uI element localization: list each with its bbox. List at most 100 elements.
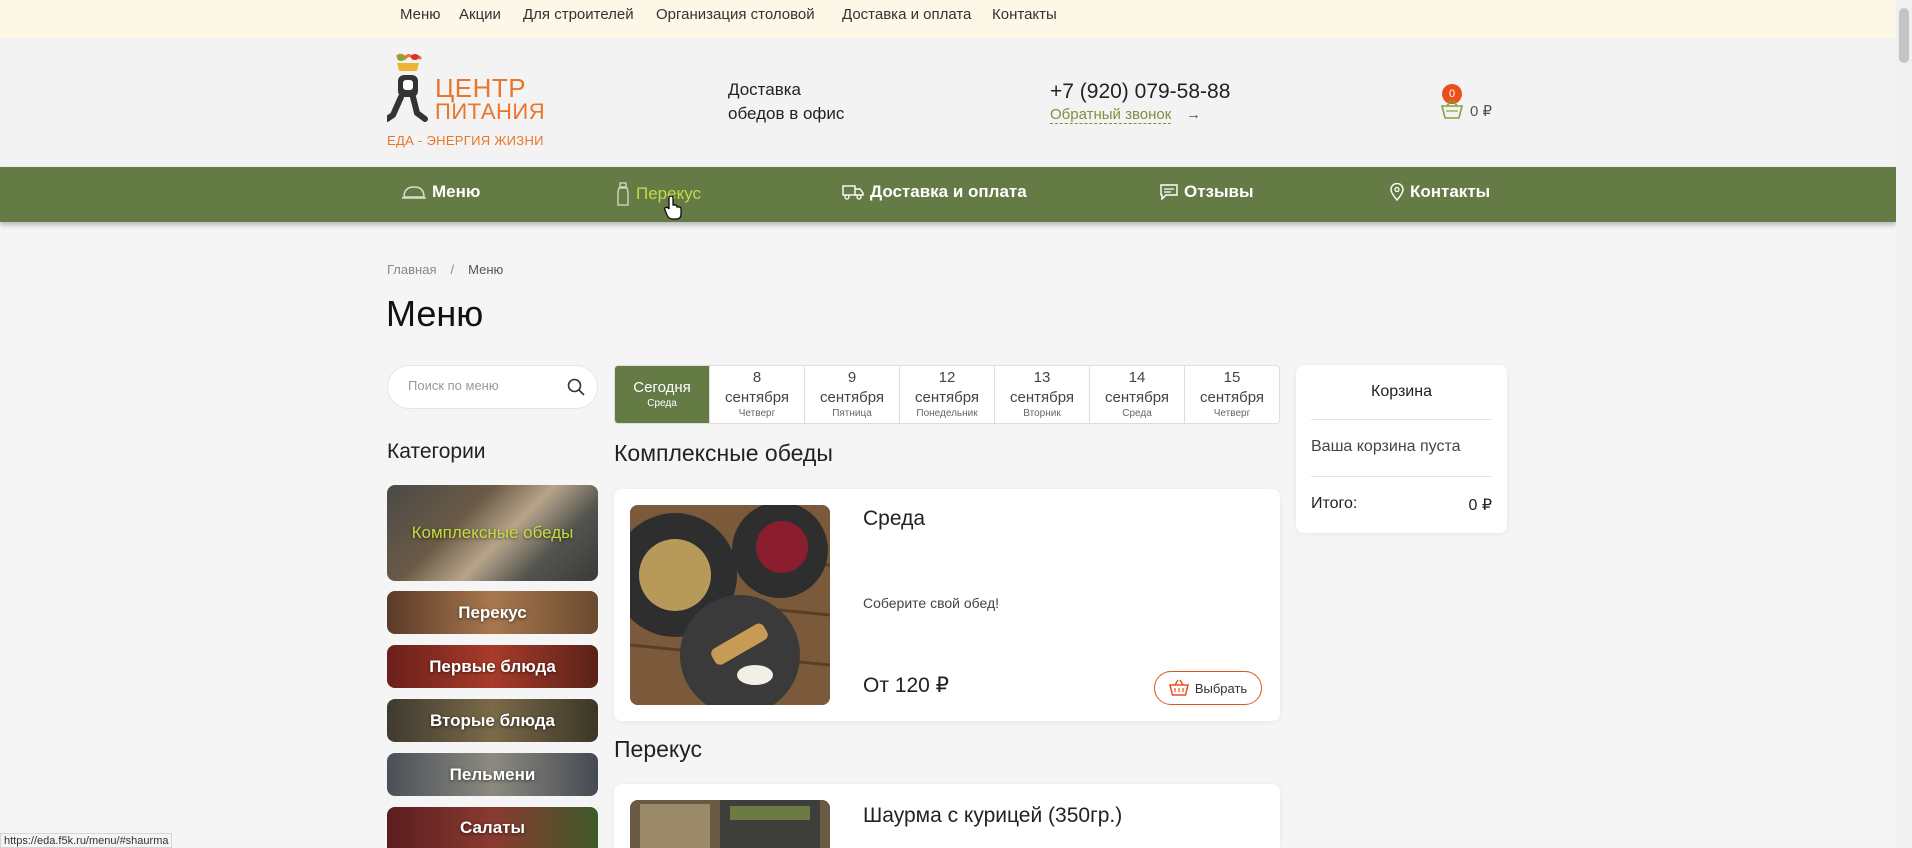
category-label: Вторые блюда xyxy=(429,710,556,730)
scrollbar-thumb[interactable] xyxy=(1899,8,1909,63)
date-tab-day-number: 15 xyxy=(1223,369,1241,386)
shawarma-image xyxy=(630,800,830,848)
nav-item-contacts[interactable]: Контакты xyxy=(1390,182,1490,202)
section-title-complex-lunches: Комплексные обеды xyxy=(614,440,833,466)
date-tab-month: сентября xyxy=(914,389,979,406)
cart-total-value: 0 ₽ xyxy=(1468,497,1492,514)
bottle-icon xyxy=(617,182,629,206)
top-link-delivery[interactable]: Доставка и оплата xyxy=(842,6,971,23)
nav-item-reviews[interactable]: Отзывы xyxy=(1160,182,1254,202)
phone-number[interactable]: +7 (920) 079-58-88 xyxy=(1050,80,1230,104)
date-tab-weekday: Вторник xyxy=(1023,408,1061,419)
date-tab-month: сентября xyxy=(1199,389,1264,406)
top-link-contacts[interactable]: Контакты xyxy=(992,6,1057,23)
category-label: Первые блюда xyxy=(429,656,556,676)
status-bar-url: https://eda.f5k.ru/menu/#shaurma xyxy=(0,833,173,848)
category-second-courses[interactable]: Вторые блюда xyxy=(387,699,598,742)
date-tab-month: сентября xyxy=(724,389,789,406)
date-tab[interactable]: 9 сентября Пятница xyxy=(805,366,900,423)
callback-link[interactable]: Обратный звонок xyxy=(1050,106,1172,124)
nav-item-menu[interactable]: Меню xyxy=(402,182,480,202)
delivery-tagline-line2: обедов в офис xyxy=(728,104,845,123)
cart-empty-message: Ваша корзина пуста xyxy=(1311,438,1461,455)
nav-item-snack[interactable]: Перекус xyxy=(616,182,701,206)
date-tab-month: сентября xyxy=(819,389,884,406)
category-label: Салаты xyxy=(459,817,526,837)
cart-panel: Корзина Ваша корзина пуста Итого: 0 ₽ xyxy=(1296,365,1507,533)
main-nav: Меню Перекус Доставка и оплата Отзывы Ко… xyxy=(0,167,1896,222)
category-label: Перекус xyxy=(458,602,527,622)
product-image[interactable] xyxy=(630,800,830,848)
date-tab-day-number: 9 xyxy=(847,369,857,386)
category-first-courses[interactable]: Первые блюда xyxy=(387,645,598,688)
category-complex-lunches[interactable]: Комплексные обеды xyxy=(387,485,598,581)
date-tab-weekday: Понедельник xyxy=(916,408,978,419)
product-card: Шаурма с курицей (350гр.) xyxy=(614,784,1280,848)
search-icon[interactable] xyxy=(567,378,585,396)
product-image[interactable] xyxy=(630,505,830,705)
section-title-snack: Перекус xyxy=(614,736,702,762)
divider xyxy=(1311,476,1492,477)
arrow-right-icon: → xyxy=(1186,106,1201,123)
page-scrollbar[interactable] xyxy=(1896,0,1912,848)
categories-title: Категории xyxy=(387,440,486,463)
nav-item-delivery[interactable]: Доставка и оплата xyxy=(842,182,1027,202)
date-tab-line1: Сегодня xyxy=(633,379,691,396)
delivery-tagline: Доставка обедов в офис xyxy=(728,78,898,126)
choose-button[interactable]: Выбрать xyxy=(1154,671,1262,705)
logo-slogan: ЕДА - ЭНЕРГИЯ ЖИЗНИ xyxy=(387,133,544,148)
date-tab-today[interactable]: Сегодня Среда xyxy=(615,366,710,423)
nav-item-contacts-label: Контакты xyxy=(1410,182,1491,201)
nav-item-delivery-label: Доставка и оплата xyxy=(870,182,1027,201)
date-tab-weekday: Среда xyxy=(647,398,677,409)
product-price: От 120 ₽ xyxy=(863,674,950,697)
hand-cursor-icon xyxy=(664,196,682,220)
cloche-icon xyxy=(402,186,426,199)
date-tab-day-number: 12 xyxy=(938,369,956,386)
cart-panel-title: Корзина xyxy=(1371,383,1432,400)
date-tab-month: сентября xyxy=(1104,389,1169,406)
top-link-canteen[interactable]: Организация столовой xyxy=(656,6,815,23)
divider xyxy=(1311,419,1492,420)
search-input[interactable] xyxy=(408,378,558,393)
breadcrumb-home[interactable]: Главная xyxy=(387,262,436,277)
product-title[interactable]: Шаурма с курицей (350гр.) xyxy=(863,804,1122,828)
product-description: Соберите свой обед! xyxy=(863,595,1000,611)
date-tab[interactable]: 12 сентября Понедельник xyxy=(900,366,995,423)
header-cart[interactable]: 0 0 ₽ xyxy=(1440,84,1500,120)
date-tab-day-number: 8 xyxy=(752,369,762,386)
category-dumplings[interactable]: Пельмени xyxy=(387,753,598,796)
top-link-promotions[interactable]: Акции xyxy=(459,6,501,23)
category-salads[interactable]: Салаты xyxy=(387,807,598,848)
product-title[interactable]: Среда xyxy=(863,507,925,531)
basket-icon xyxy=(1440,99,1464,119)
cart-sum: 0 ₽ xyxy=(1470,103,1493,120)
top-link-menu[interactable]: Меню xyxy=(400,6,441,23)
nav-item-reviews-label: Отзывы xyxy=(1184,182,1254,201)
date-selector: Сегодня Среда 8 сентября Четверг 9 сентя… xyxy=(614,365,1280,424)
breadcrumb-separator: / xyxy=(450,262,455,277)
menu-search xyxy=(387,365,598,409)
date-tab-weekday: Среда xyxy=(1122,408,1152,419)
site-header: ЦЕНТР ПИТАНИЯ ЕДА - ЭНЕРГИЯ ЖИЗНИ Достав… xyxy=(0,38,1896,167)
product-card: Среда Соберите свой обед! От 120 ₽ Выбра… xyxy=(614,489,1280,721)
date-tab[interactable]: 13 сентября Вторник xyxy=(995,366,1090,423)
breadcrumb-current: Меню xyxy=(468,262,504,277)
category-label: Комплексные обеды xyxy=(411,523,574,542)
breadcrumb: Главная / Меню xyxy=(387,262,503,277)
date-tab-month: сентября xyxy=(1009,389,1074,406)
date-tab[interactable]: 14 сентября Среда xyxy=(1090,366,1185,423)
logo-text-line2: ПИТАНИЯ xyxy=(435,99,546,124)
location-pin-icon xyxy=(1390,183,1404,201)
cart-total-label: Итого: xyxy=(1311,495,1358,512)
date-tab-day-number: 13 xyxy=(1033,369,1051,386)
truck-icon xyxy=(842,185,864,200)
category-snack[interactable]: Перекус xyxy=(387,591,598,634)
logo[interactable]: ЦЕНТР ПИТАНИЯ ЕДА - ЭНЕРГИЯ ЖИЗНИ xyxy=(387,53,547,153)
date-tab[interactable]: 8 сентября Четверг xyxy=(710,366,805,423)
date-tab[interactable]: 15 сентября Четверг xyxy=(1185,366,1279,423)
top-link-builders[interactable]: Для строителей xyxy=(523,6,634,23)
nav-item-menu-label: Меню xyxy=(432,182,481,201)
top-links-bar: Меню Акции Для строителей Организация ст… xyxy=(0,0,1896,38)
basket-icon xyxy=(1168,679,1189,696)
